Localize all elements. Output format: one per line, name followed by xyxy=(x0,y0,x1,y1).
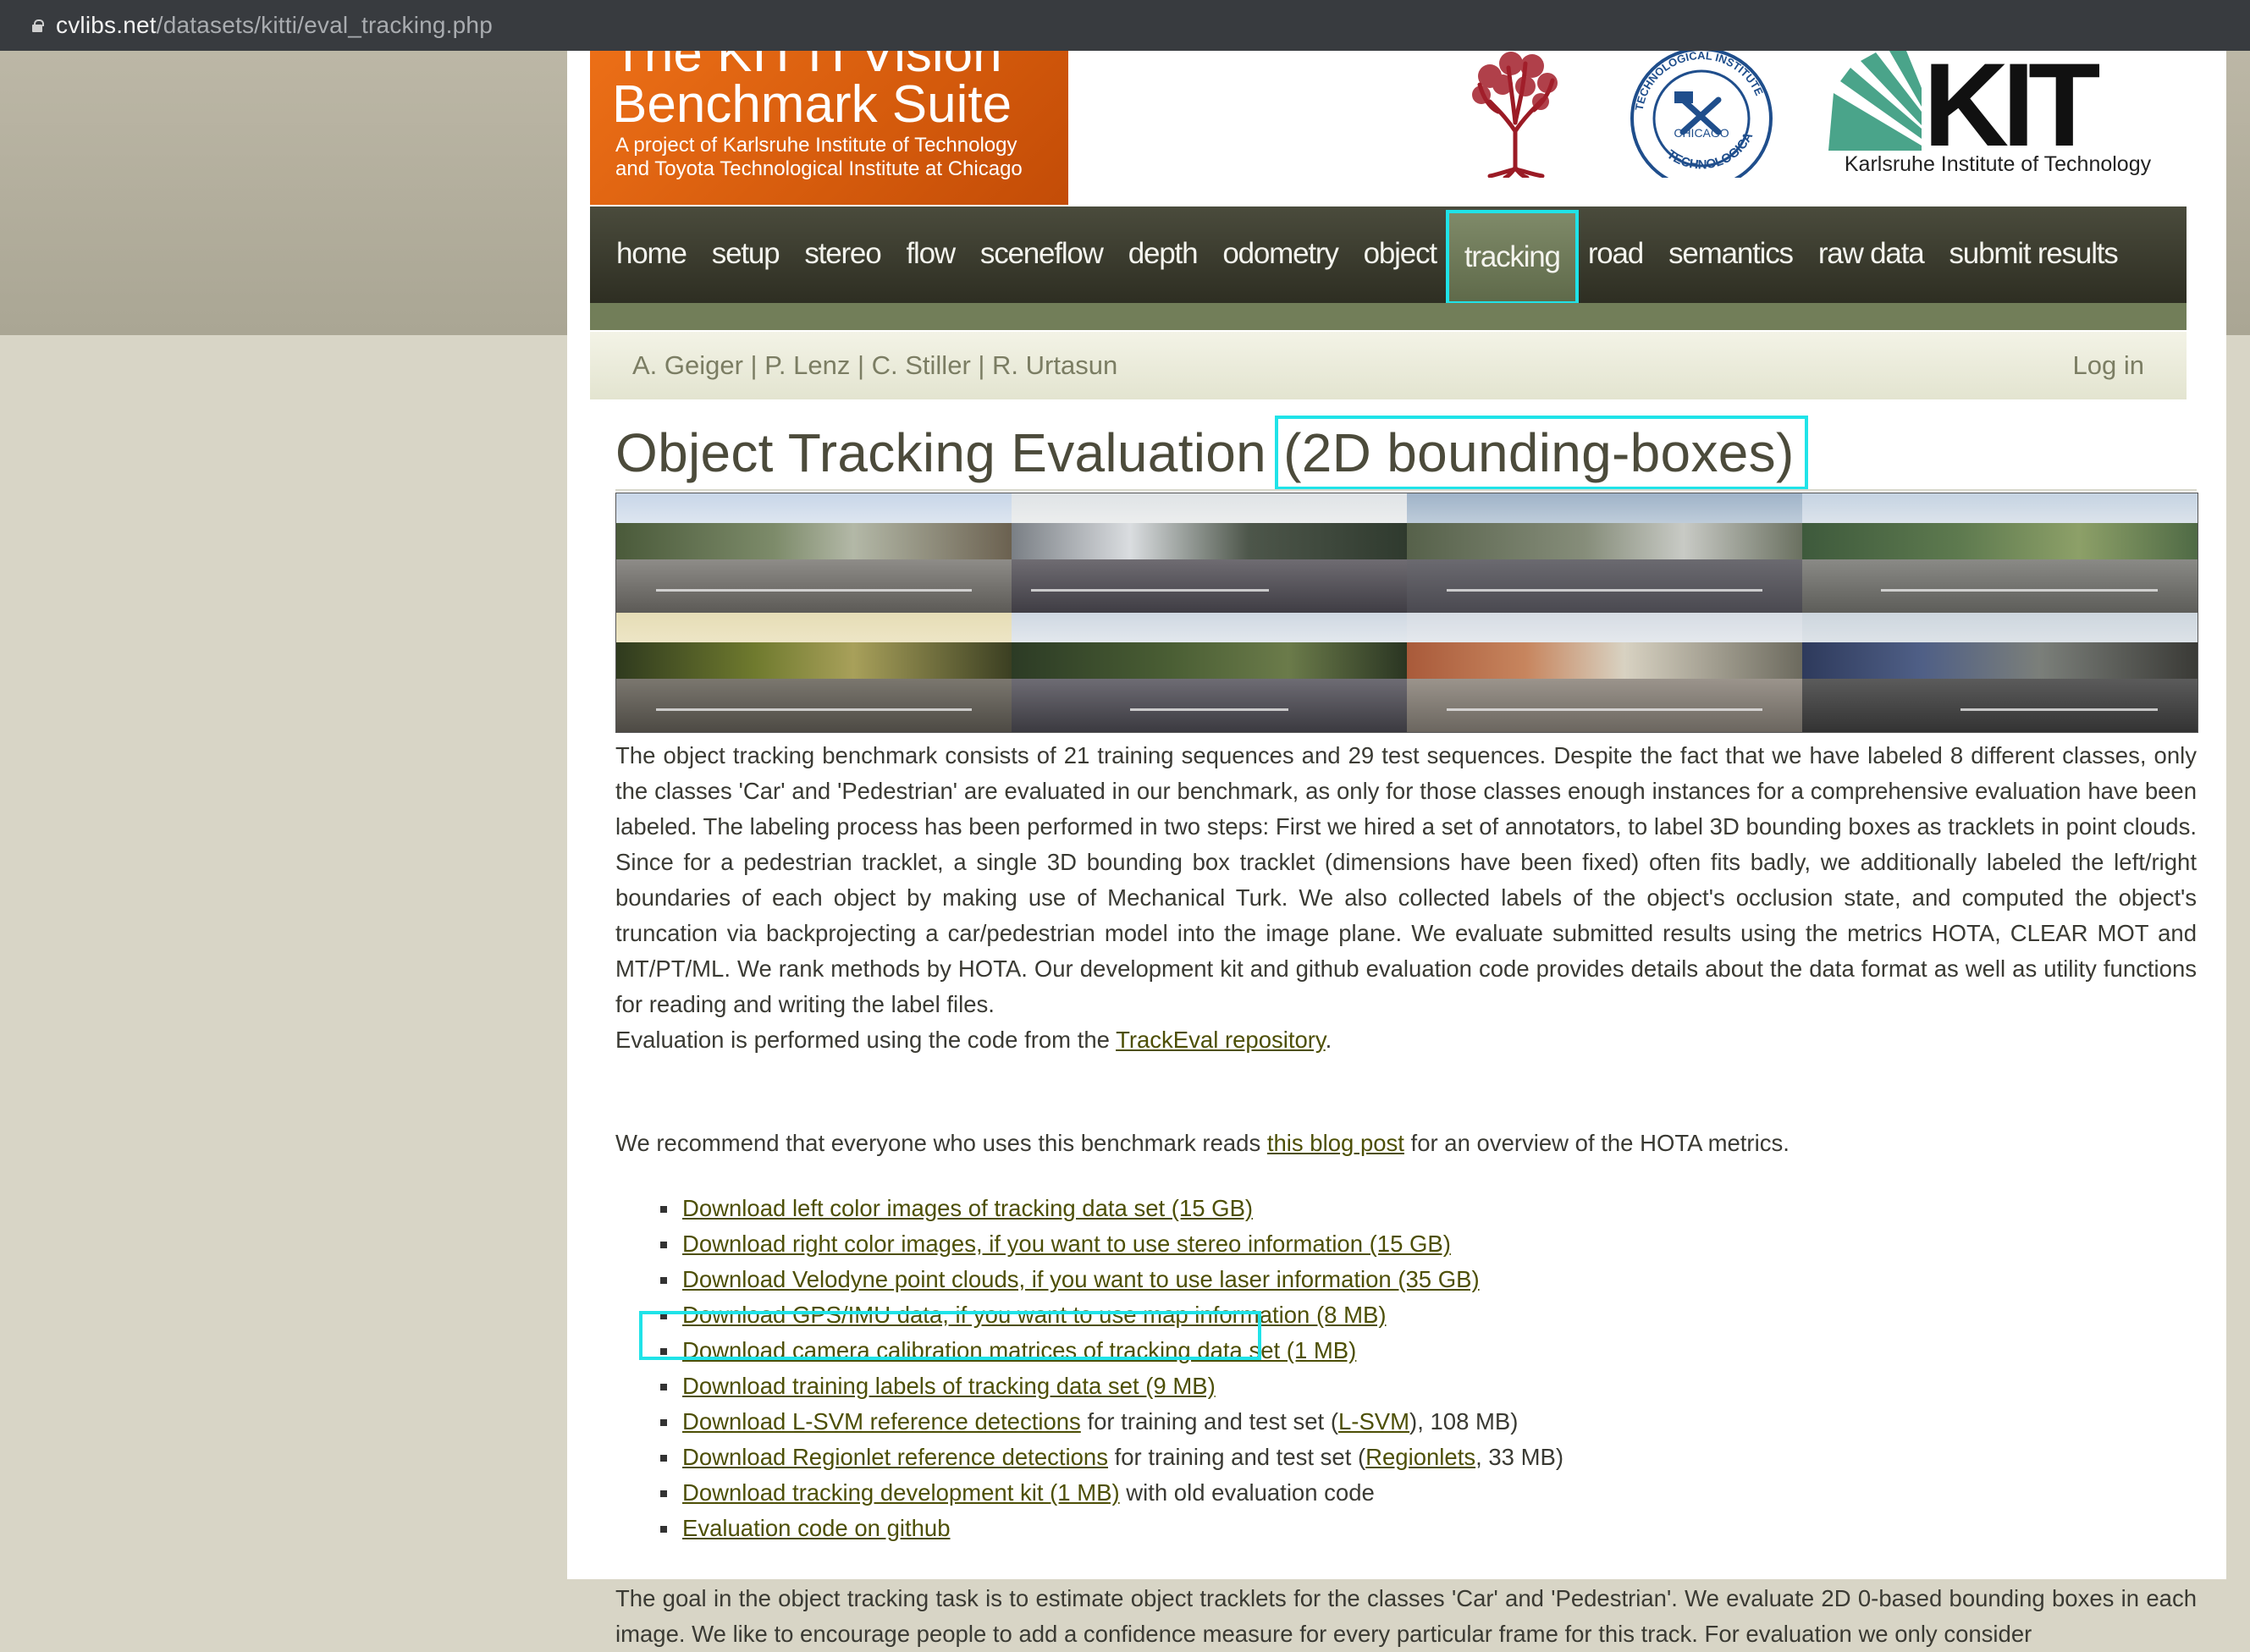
goal-paragraph: The goal in the object tracking task is … xyxy=(615,1585,2197,1647)
intro-text: The object tracking benchmark consists o… xyxy=(615,738,2197,1058)
recommend-line: We recommend that everyone who uses this… xyxy=(615,1130,1790,1156)
page-title-highlight: (2D bounding-boxes) xyxy=(1275,416,1808,490)
montage-image xyxy=(616,493,1012,613)
site-title-line2: Benchmark Suite xyxy=(612,75,1012,134)
nav-item-odometry[interactable]: odometry xyxy=(1210,206,1350,301)
download-calibration-link[interactable]: Download camera calibration matrices of … xyxy=(682,1337,1356,1363)
nav-item-depth[interactable]: depth xyxy=(1116,206,1210,301)
nav-item-tracking[interactable]: tracking xyxy=(1445,210,1579,305)
page-title-main: Object Tracking Evaluation xyxy=(615,422,1282,483)
intro-paragraph: The object tracking benchmark consists o… xyxy=(615,742,2197,1017)
list-item: Download left color images of tracking d… xyxy=(660,1191,1563,1226)
nav-item-raw-data[interactable]: raw data xyxy=(1806,206,1937,301)
list-item: Download tracking development kit (1 MB)… xyxy=(660,1475,1563,1511)
url-text[interactable]: cvlibs.net/datasets/kitti/eval_tracking.… xyxy=(56,12,493,39)
page-background-band-right xyxy=(2226,51,2250,335)
download-gps-imu-link[interactable]: Download GPS/IMU data, if you want to us… xyxy=(682,1302,1386,1328)
list-item: Download Velodyne point clouds, if you w… xyxy=(660,1262,1563,1297)
lsvm-paper-link[interactable]: L-SVM xyxy=(1338,1408,1409,1434)
regionlets-paper-link[interactable]: Regionlets xyxy=(1365,1444,1475,1470)
nav-item-road[interactable]: road xyxy=(1575,206,1656,301)
login-link[interactable]: Log in xyxy=(2073,350,2144,381)
download-velodyne-link[interactable]: Download Velodyne point clouds, if you w… xyxy=(682,1266,1480,1292)
montage-image xyxy=(1012,613,1407,732)
page-background-band xyxy=(0,51,567,335)
author-list[interactable]: A. Geiger | P. Lenz | C. Stiller | R. Ur… xyxy=(632,350,1117,381)
nav-item-stereo[interactable]: stereo xyxy=(791,206,893,301)
nav-item-submit-results[interactable]: submit results xyxy=(1937,206,2131,301)
trackeval-link[interactable]: TrackEval repository xyxy=(1116,1027,1326,1053)
tracking-image-montage xyxy=(615,493,2198,733)
list-item: Download Regionlet reference detections … xyxy=(660,1440,1563,1475)
list-item: Download right color images, if you want… xyxy=(660,1226,1563,1262)
download-training-labels-link[interactable]: Download training labels of tracking dat… xyxy=(682,1373,1216,1399)
kit-logo[interactable]: KIT Karlsruhe Institute of Technology xyxy=(1828,38,2167,195)
tree-logo[interactable] xyxy=(1464,51,1566,178)
nav-item-setup[interactable]: setup xyxy=(699,206,792,301)
nav-item-flow[interactable]: flow xyxy=(893,206,967,301)
montage-image xyxy=(1407,493,1802,613)
montage-image xyxy=(616,613,1012,732)
nav-item-home[interactable]: home xyxy=(604,206,699,301)
site-subtitle-line2: and Toyota Technological Institute at Ch… xyxy=(615,157,1023,180)
title-divider xyxy=(615,489,2197,491)
list-item: Download L-SVM reference detections for … xyxy=(660,1404,1563,1440)
site-banner[interactable]: The KITTI Vision Benchmark Suite A proje… xyxy=(590,51,1068,205)
montage-image xyxy=(1802,493,2198,613)
lock-icon xyxy=(32,19,44,32)
downloads-list: Download left color images of tracking d… xyxy=(660,1191,1563,1546)
nav-items: home setup stereo flow sceneflow depth o… xyxy=(590,206,2131,305)
nav-item-semantics[interactable]: semantics xyxy=(1656,206,1806,301)
content-column: The KITTI Vision Benchmark Suite A proje… xyxy=(567,38,2226,1647)
nav-bottom-strip xyxy=(590,303,2187,330)
tti-logo-center-text: CHICAGO xyxy=(1674,126,1729,140)
site-subtitle-line1: A project of Karlsruhe Institute of Tech… xyxy=(615,134,1017,157)
github-eval-code-link[interactable]: Evaluation code on github xyxy=(682,1515,951,1541)
kit-caption: Karlsruhe Institute of Technology xyxy=(1844,152,2152,176)
montage-image xyxy=(1802,613,2198,732)
download-left-color-link[interactable]: Download left color images of tracking d… xyxy=(682,1195,1253,1221)
download-lsvm-link[interactable]: Download L-SVM reference detections xyxy=(682,1408,1081,1434)
eval-line: Evaluation is performed using the code f… xyxy=(615,1027,1332,1053)
list-item: Download camera calibration matrices of … xyxy=(660,1333,1563,1368)
page-title: Object Tracking Evaluation (2D bounding-… xyxy=(615,416,1808,490)
nav-item-object[interactable]: object xyxy=(1351,206,1449,301)
kit-logo-text: KIT xyxy=(1923,51,2100,151)
montage-image xyxy=(1407,613,1802,732)
list-item: Download GPS/IMU data, if you want to us… xyxy=(660,1297,1563,1333)
tti-chicago-logo[interactable]: TECHNOLOGICAL INSTITUTE TECHNOLOGICAL CH… xyxy=(1624,51,1779,178)
download-devkit-link[interactable]: Download tracking development kit (1 MB) xyxy=(682,1479,1120,1506)
nav-item-sceneflow[interactable]: sceneflow xyxy=(968,206,1116,301)
download-right-color-link[interactable]: Download right color images, if you want… xyxy=(682,1231,1451,1257)
download-regionlet-link[interactable]: Download Regionlet reference detections xyxy=(682,1444,1108,1470)
authors-bar: A. Geiger | P. Lenz | C. Stiller | R. Ur… xyxy=(590,332,2187,399)
montage-image xyxy=(1012,493,1407,613)
list-item: Evaluation code on github xyxy=(660,1511,1563,1546)
blog-post-link[interactable]: this blog post xyxy=(1267,1130,1404,1156)
browser-address-bar[interactable]: cvlibs.net/datasets/kitti/eval_tracking.… xyxy=(0,0,2250,51)
list-item: Download training labels of tracking dat… xyxy=(660,1368,1563,1404)
